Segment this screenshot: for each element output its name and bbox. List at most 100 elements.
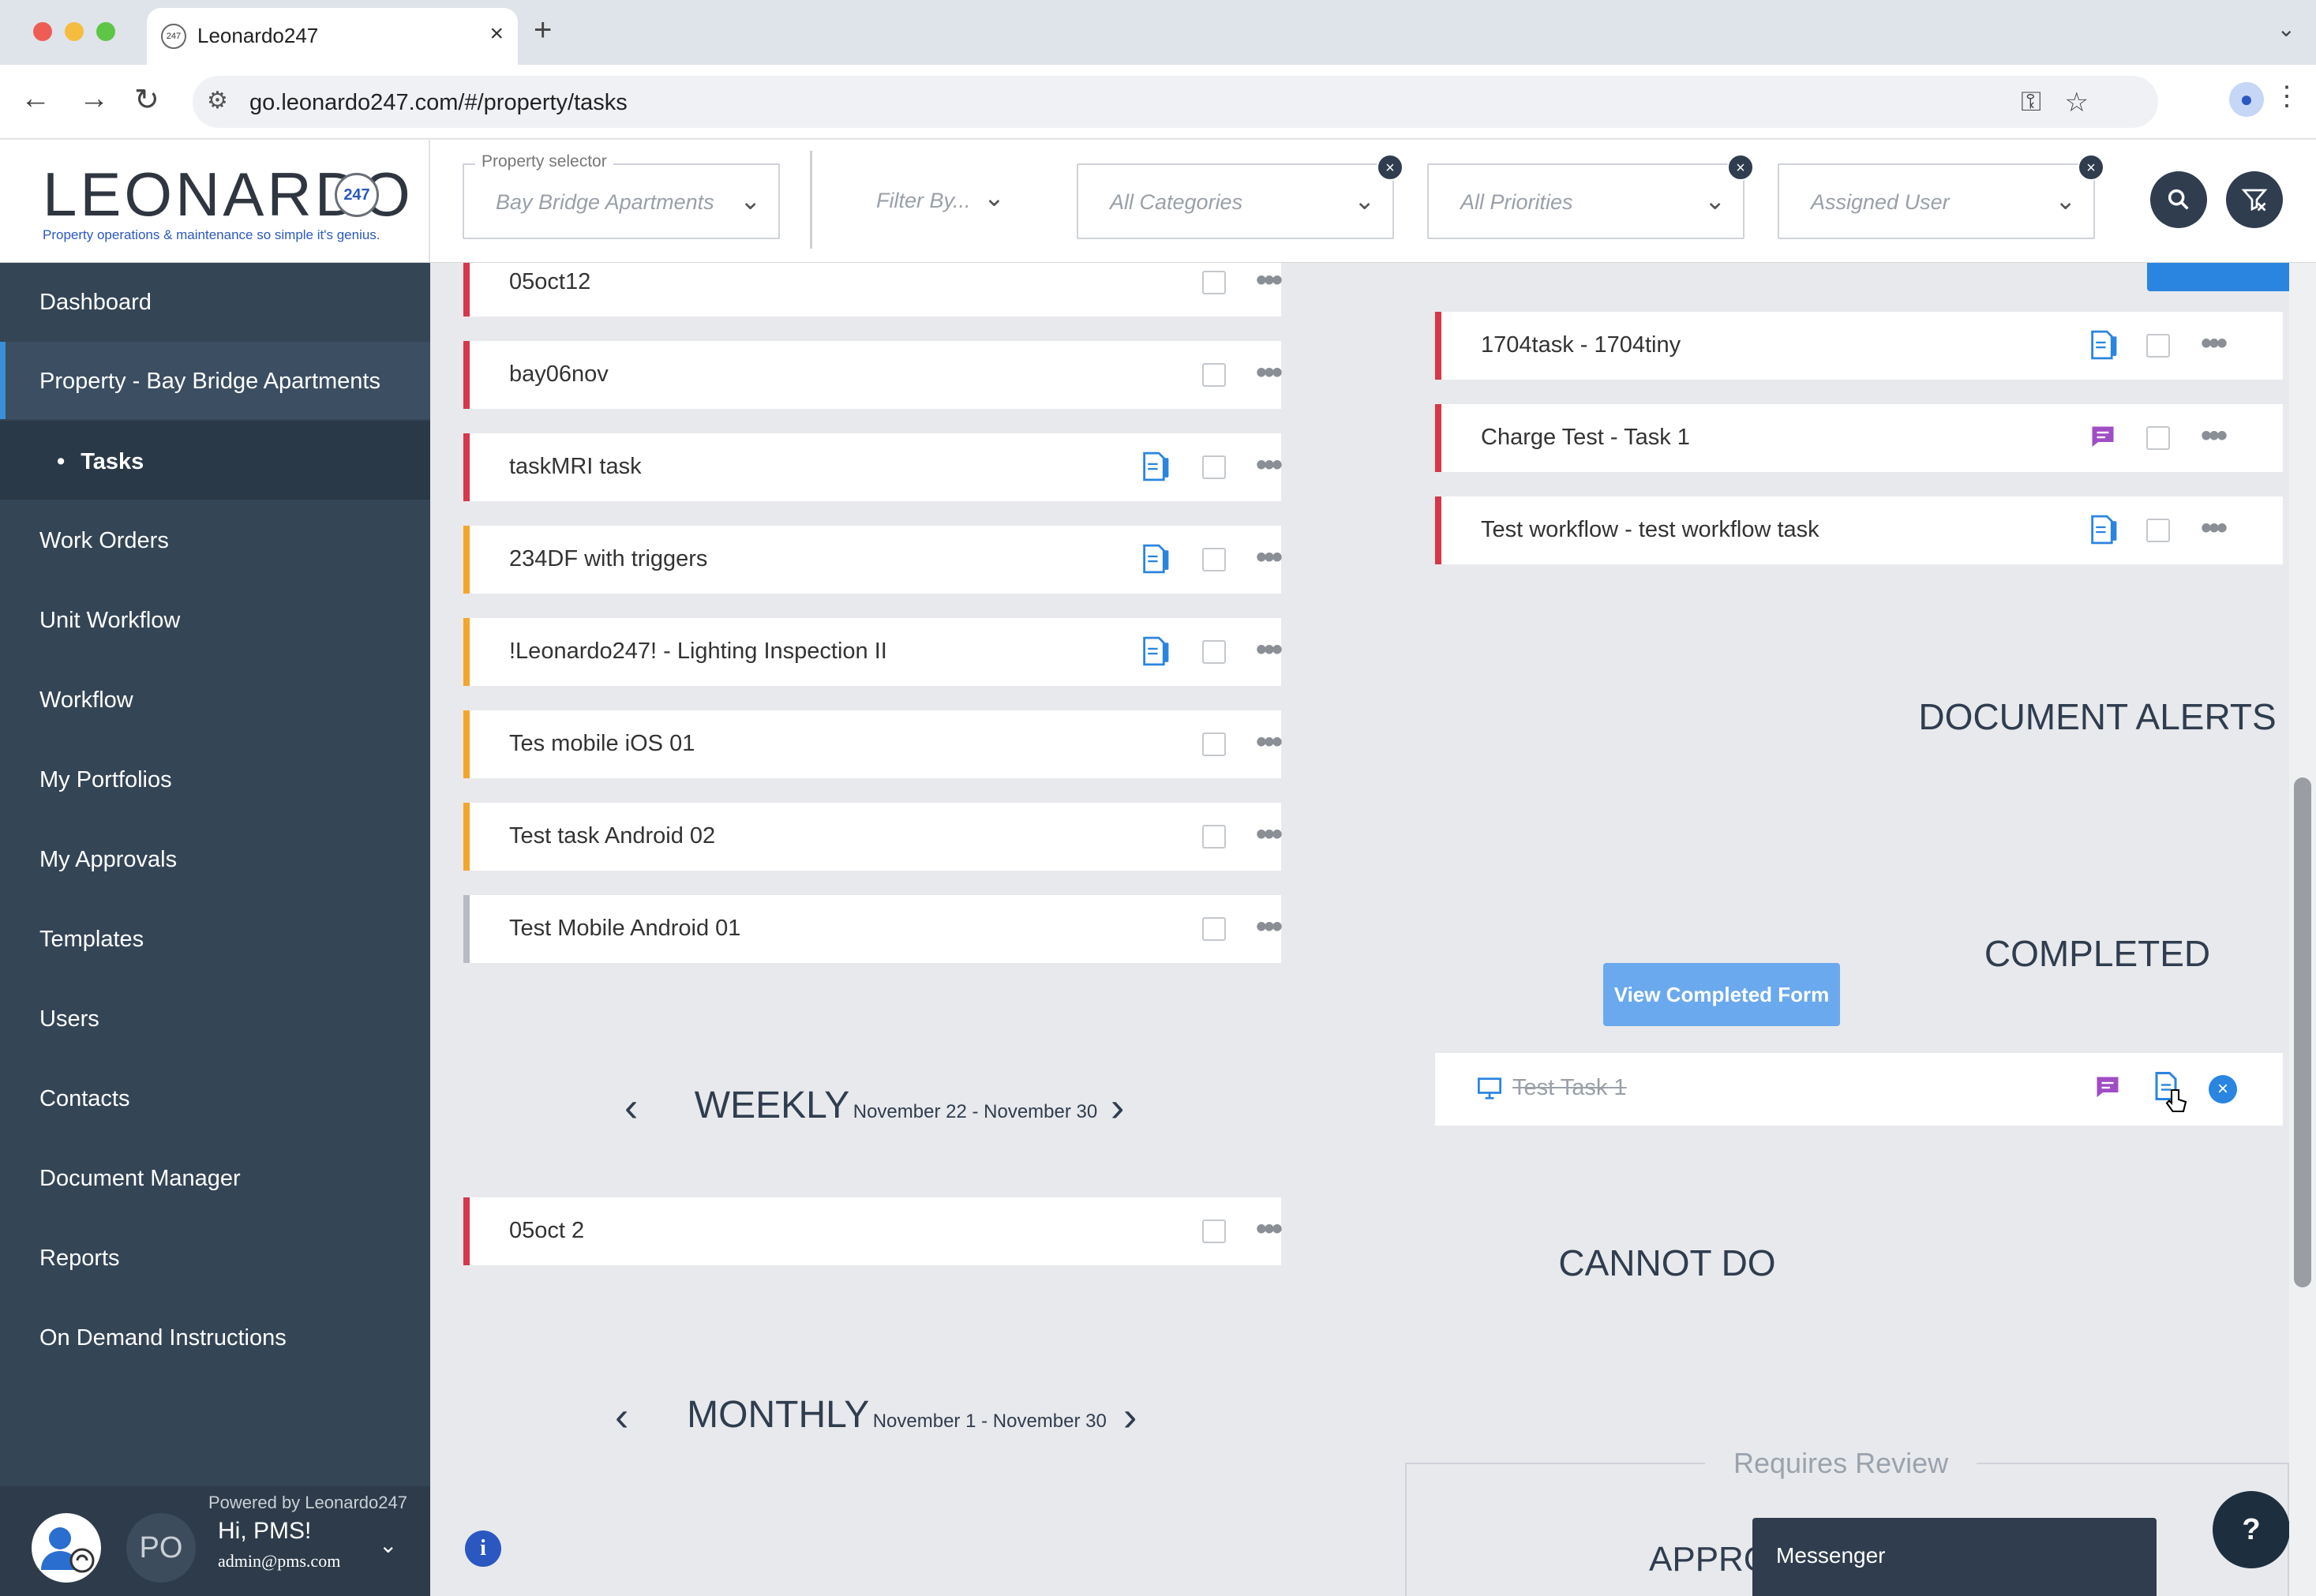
search-button[interactable]: [2150, 171, 2207, 228]
task-row[interactable]: 05oct12 •••: [463, 263, 1283, 317]
sidebar-item-document-manager[interactable]: Document Manager: [39, 1166, 241, 1192]
remove-completed-icon[interactable]: ×: [2209, 1075, 2237, 1103]
sidebar-item-reports[interactable]: Reports: [39, 1246, 120, 1272]
weekly-prev-icon[interactable]: ‹: [624, 1084, 638, 1131]
site-info-icon[interactable]: ⚙: [207, 87, 228, 114]
more-options-icon[interactable]: •••: [2201, 511, 2228, 546]
assigned-user-dropdown[interactable]: Assigned User ⌄ ×: [1778, 154, 2104, 239]
task-row[interactable]: 05oct 2 •••: [463, 1197, 1283, 1265]
reload-icon[interactable]: ↻: [134, 82, 159, 118]
task-checkbox[interactable]: [1202, 1219, 1226, 1243]
task-checkbox[interactable]: [2146, 519, 2170, 542]
sidebar-item-my-portfolios[interactable]: My Portfolios: [39, 767, 172, 793]
filter-by-dropdown[interactable]: Filter By...: [876, 189, 971, 213]
task-row[interactable]: bay06nov •••: [463, 341, 1283, 409]
task-checkbox[interactable]: [2146, 426, 2170, 450]
profile-icon[interactable]: ●: [2229, 82, 2264, 117]
task-row[interactable]: 1704task - 1704tiny •••: [1435, 312, 2283, 380]
chat-icon[interactable]: [2093, 1073, 2122, 1102]
task-label: 05oct12: [509, 269, 591, 294]
task-checkbox[interactable]: [1202, 825, 1226, 849]
close-window-button[interactable]: [33, 22, 52, 41]
more-options-icon[interactable]: •••: [1256, 725, 1283, 760]
task-checkbox[interactable]: [1202, 271, 1226, 294]
completed-task-row[interactable]: Test Task 1 ×: [1435, 1053, 2283, 1126]
sidebar-item-my-approvals[interactable]: My Approvals: [39, 847, 177, 873]
scrollbar-thumb[interactable]: [2294, 777, 2311, 1287]
user-switch-avatar-icon[interactable]: [32, 1513, 101, 1583]
more-options-icon[interactable]: •••: [1256, 632, 1283, 668]
new-tab-icon[interactable]: +: [534, 13, 552, 48]
more-options-icon[interactable]: •••: [2201, 418, 2228, 454]
clear-categories-icon[interactable]: ×: [1377, 154, 1403, 181]
address-bar[interactable]: ⚙ go.leonardo247.com/#/property/tasks ⚿ …: [193, 76, 2158, 128]
task-checkbox[interactable]: [1202, 640, 1226, 664]
priorities-dropdown[interactable]: All Priorities ⌄ ×: [1427, 154, 1754, 239]
sidebar-item-dashboard[interactable]: Dashboard: [39, 290, 152, 316]
more-options-icon[interactable]: •••: [2201, 326, 2228, 362]
task-label: bay06nov: [509, 362, 609, 387]
messenger-button[interactable]: Messenger: [1752, 1518, 2157, 1596]
document-icon[interactable]: [1141, 635, 1172, 667]
task-checkbox[interactable]: [1202, 455, 1226, 479]
clear-priorities-icon[interactable]: ×: [1727, 154, 1754, 181]
clear-assigned-user-icon[interactable]: ×: [2078, 154, 2104, 181]
clear-filter-button[interactable]: [2226, 171, 2283, 228]
task-checkbox[interactable]: [1202, 917, 1226, 941]
task-row[interactable]: taskMRI task •••: [463, 433, 1283, 501]
task-row[interactable]: Charge Test - Task 1 •••: [1435, 404, 2283, 472]
close-tab-icon[interactable]: ×: [489, 21, 504, 47]
forward-icon[interactable]: →: [79, 82, 109, 116]
weekly-next-icon[interactable]: ›: [1111, 1084, 1124, 1131]
info-icon[interactable]: i: [465, 1530, 501, 1567]
more-options-icon[interactable]: •••: [1256, 817, 1283, 852]
sidebar-item-on-demand-instructions[interactable]: On Demand Instructions: [39, 1325, 287, 1351]
task-checkbox[interactable]: [1202, 363, 1226, 387]
task-checkbox[interactable]: [1202, 732, 1226, 756]
document-icon[interactable]: [2089, 329, 2120, 361]
sidebar-item-work-orders[interactable]: Work Orders: [39, 528, 169, 554]
task-row[interactable]: !Leonardo247! - Lighting Inspection II ••…: [463, 618, 1283, 686]
leonardo-logo[interactable]: LEONARDO Property operations & maintenan…: [43, 159, 410, 243]
task-row[interactable]: Test workflow - test workflow task •••: [1435, 496, 2283, 564]
more-options-icon[interactable]: •••: [1256, 448, 1283, 483]
user-menu[interactable]: PO Powered by Leonardo247 Hi, PMS! admin…: [0, 1486, 430, 1596]
monthly-prev-icon[interactable]: ‹: [615, 1393, 628, 1441]
sidebar-item-users[interactable]: Users: [39, 1006, 99, 1032]
bookmark-star-icon[interactable]: ☆: [2065, 87, 2089, 118]
tab-search-icon[interactable]: ⌄: [2277, 16, 2295, 42]
chevron-down-icon[interactable]: ⌄: [379, 1532, 397, 1558]
more-options-icon[interactable]: •••: [1256, 909, 1283, 945]
sidebar-item-workflow[interactable]: Workflow: [39, 687, 133, 714]
back-icon[interactable]: ←: [21, 82, 51, 116]
view-completed-form-button[interactable]: View Completed Form: [1603, 963, 1840, 1026]
chat-icon[interactable]: [2089, 423, 2117, 451]
document-icon[interactable]: [1141, 543, 1172, 575]
more-options-icon[interactable]: •••: [1256, 263, 1283, 298]
minimize-window-button[interactable]: [65, 22, 84, 41]
browser-menu-icon[interactable]: ⋮: [2273, 81, 2300, 112]
sidebar-item-property[interactable]: Property - Bay Bridge Apartments: [39, 369, 380, 395]
property-selector[interactable]: Property selector Bay Bridge Apartments …: [463, 152, 780, 239]
password-key-icon[interactable]: ⚿: [2021, 87, 2041, 118]
document-icon[interactable]: [1141, 451, 1172, 482]
maximize-window-button[interactable]: [96, 22, 115, 41]
categories-dropdown[interactable]: All Categories ⌄ ×: [1077, 154, 1403, 239]
sidebar-item-templates[interactable]: Templates: [39, 927, 144, 953]
task-row[interactable]: Tes mobile iOS 01 •••: [463, 710, 1283, 778]
document-icon[interactable]: [2089, 514, 2120, 545]
task-checkbox[interactable]: [2146, 334, 2170, 358]
help-button[interactable]: ?: [2213, 1491, 2290, 1568]
more-options-icon[interactable]: •••: [1256, 355, 1283, 391]
browser-tab[interactable]: 247 Leonardo247 ×: [147, 8, 518, 65]
task-checkbox[interactable]: [1202, 548, 1226, 571]
task-row[interactable]: Test task Android 02 •••: [463, 803, 1283, 871]
sidebar-item-contacts[interactable]: Contacts: [39, 1086, 129, 1112]
task-row[interactable]: Test Mobile Android 01 •••: [463, 895, 1283, 963]
task-row[interactable]: 234DF with triggers •••: [463, 526, 1283, 594]
monthly-next-icon[interactable]: ›: [1123, 1393, 1137, 1441]
sidebar-item-unit-workflow[interactable]: Unit Workflow: [39, 608, 180, 634]
more-options-icon[interactable]: •••: [1256, 540, 1283, 575]
more-options-icon[interactable]: •••: [1256, 1212, 1283, 1247]
sidebar-item-tasks[interactable]: • Tasks: [57, 449, 144, 475]
